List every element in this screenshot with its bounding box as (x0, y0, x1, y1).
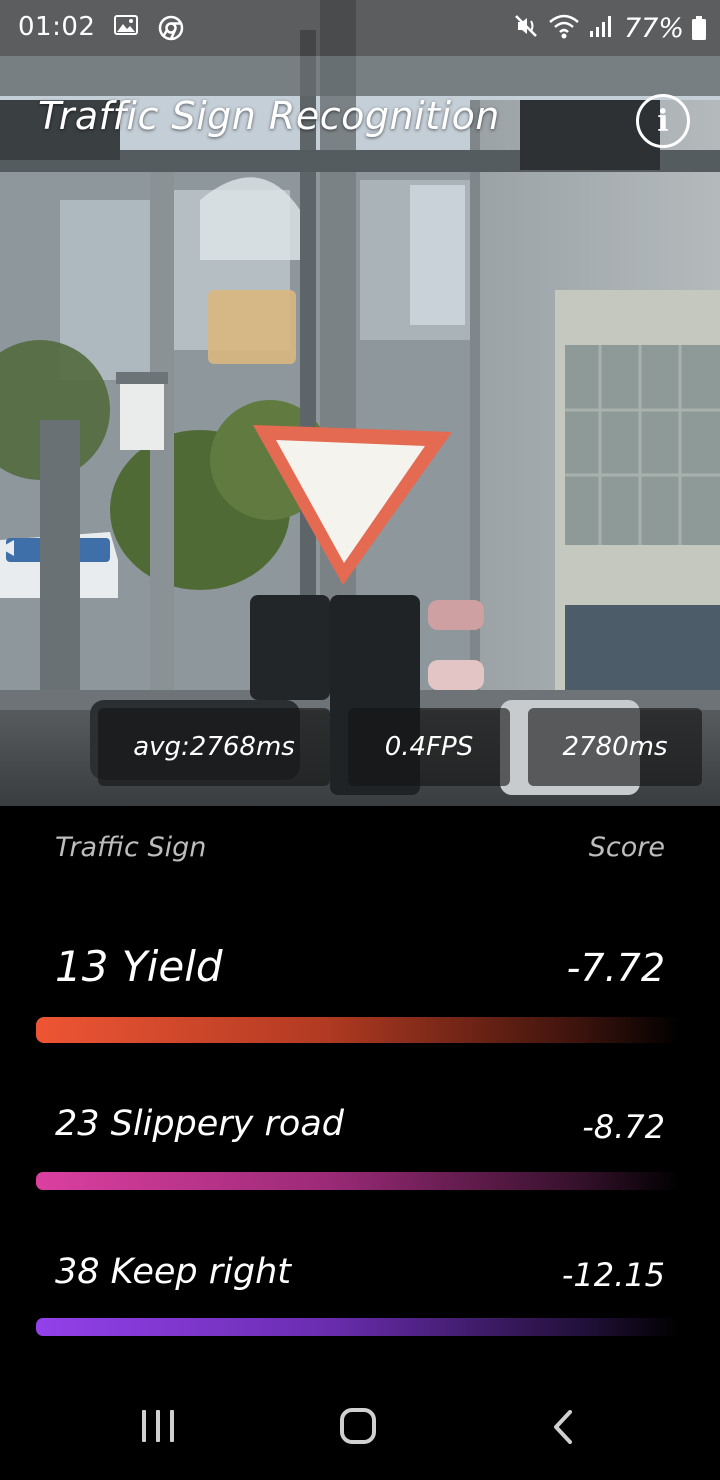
wifi-icon (548, 12, 580, 44)
info-icon[interactable]: i (636, 94, 690, 148)
back-icon[interactable] (548, 1410, 578, 1444)
header-traffic-sign: Traffic Sign (55, 832, 207, 863)
app-screen: 01:02 77% Traffic Sign Recognition i avg… (0, 0, 720, 1480)
avg-latency: avg:2768ms (98, 708, 330, 786)
result-score: -8.72 (582, 1108, 665, 1146)
results-panel: Traffic Sign Score 13 Yield -7.72 23 Sli… (0, 806, 720, 1372)
score-bar (36, 1172, 680, 1190)
result-label: 38 Keep right (55, 1252, 292, 1292)
app-title: Traffic Sign Recognition (38, 94, 500, 138)
battery-percent: 77% (623, 12, 684, 44)
battery-icon (692, 16, 706, 40)
result-label: 23 Slippery road (55, 1104, 344, 1144)
recents-icon[interactable] (142, 1410, 174, 1442)
result-label: 13 Yield (55, 942, 223, 991)
status-icons: 77% (512, 10, 706, 46)
navigation-bar (0, 1372, 720, 1480)
header-score: Score (588, 832, 665, 863)
result-score: -12.15 (561, 1256, 665, 1294)
home-icon[interactable] (340, 1408, 376, 1444)
status-time: 01:02 (18, 12, 96, 42)
score-bar (36, 1318, 680, 1336)
result-score: -7.72 (566, 946, 665, 990)
fps-readout: 0.4FPS (348, 708, 510, 786)
chrome-icon (158, 15, 184, 41)
signal-icon (588, 13, 616, 43)
gallery-icon (114, 15, 138, 35)
mute-icon (512, 12, 540, 44)
status-bar: 01:02 77% (0, 0, 720, 56)
latency-readout: 2780ms (528, 708, 702, 786)
score-bar (36, 1017, 680, 1043)
